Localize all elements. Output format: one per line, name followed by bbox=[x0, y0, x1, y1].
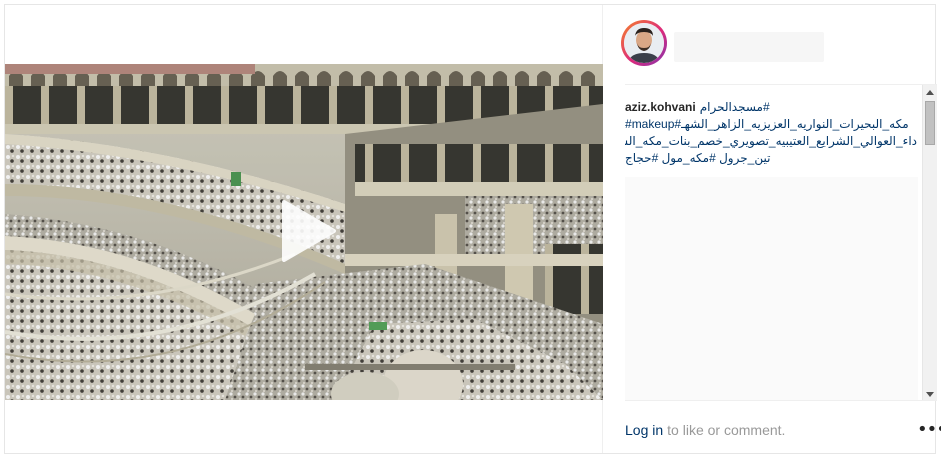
media-pane bbox=[5, 5, 603, 453]
caption-line: aziz.kohvani #مسجدالحرام bbox=[625, 99, 917, 116]
comments-scrollbar[interactable] bbox=[922, 85, 937, 400]
comments-list bbox=[625, 177, 918, 400]
login-link[interactable]: Log in bbox=[625, 422, 663, 438]
caption-hashtag[interactable]: #مسجدالحرام bbox=[700, 100, 770, 114]
scroll-down-icon[interactable] bbox=[926, 392, 934, 397]
avatar-image bbox=[624, 23, 664, 63]
post-footer: Log into like or comment. ••• bbox=[625, 415, 941, 445]
post-card: aziz.kohvani #مسجدالحرام مكه_البحيرات_الن… bbox=[4, 4, 941, 454]
caption-hashtags[interactable]: مكه_البحيرات_النواريه_العزيزيه_الزاهر_ال… bbox=[625, 116, 917, 133]
more-options-icon[interactable]: ••• bbox=[917, 421, 941, 439]
post-video[interactable] bbox=[5, 64, 603, 400]
username-placeholder bbox=[674, 32, 824, 62]
caption-hashtags[interactable]: تين_جرول #مكه_مول #حجاج bbox=[625, 150, 917, 167]
post-sidebar: aziz.kohvani #مسجدالحرام مكه_البحيرات_الن… bbox=[603, 5, 941, 453]
scroll-up-icon[interactable] bbox=[926, 90, 934, 95]
avatar[interactable] bbox=[621, 20, 667, 66]
post-caption: aziz.kohvani #مسجدالحرام مكه_البحيرات_الن… bbox=[625, 99, 917, 167]
caption-username[interactable]: aziz.kohvani bbox=[625, 100, 696, 114]
login-prompt-text: to like or comment. bbox=[667, 422, 786, 438]
comments-panel: aziz.kohvani #مسجدالحرام مكه_البحيرات_الن… bbox=[625, 84, 937, 401]
play-icon[interactable] bbox=[276, 198, 340, 264]
caption-hashtags[interactable]: داء_العوالي_الشرايع_العتيبيه_تصويري_خصم_… bbox=[625, 133, 917, 150]
scroll-thumb[interactable] bbox=[925, 101, 935, 145]
